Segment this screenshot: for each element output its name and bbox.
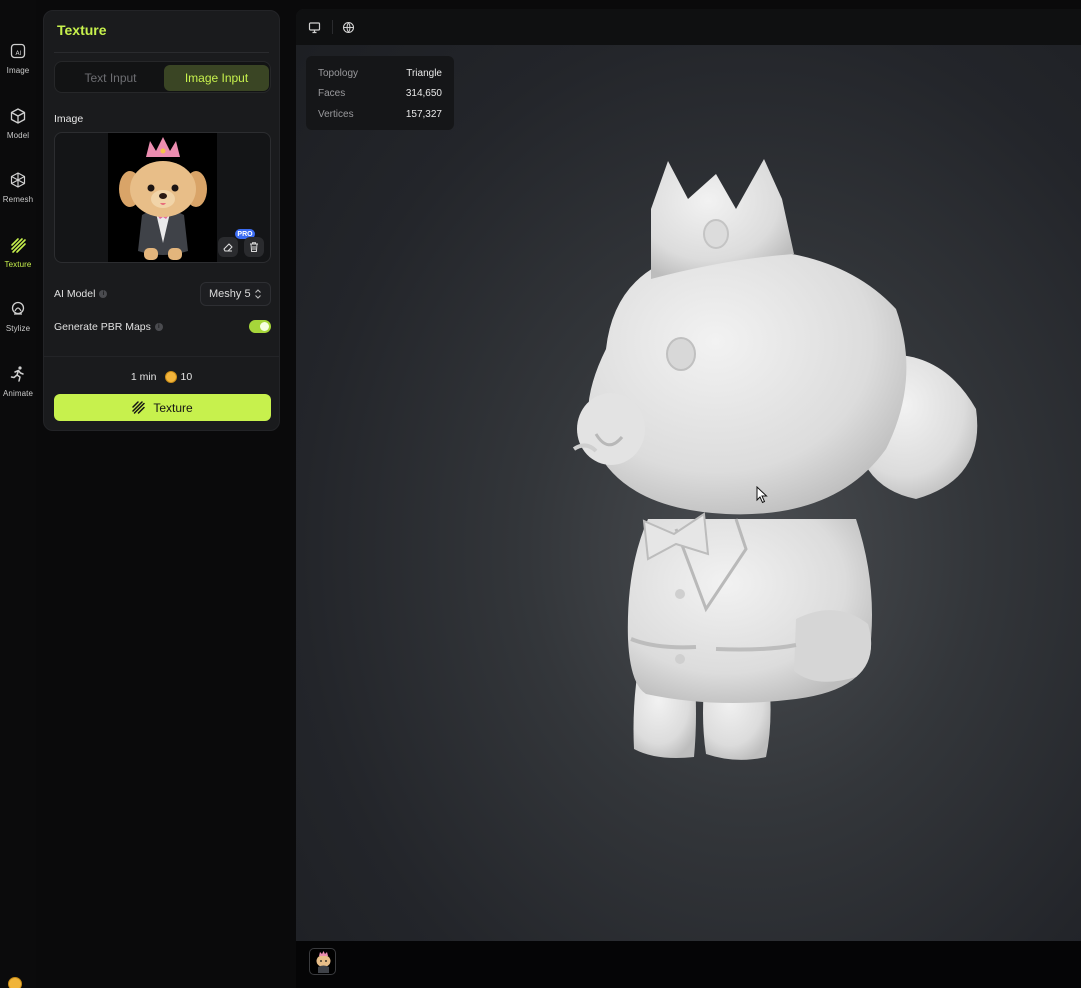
image-label: Image: [54, 113, 84, 125]
pbr-toggle[interactable]: [249, 320, 271, 333]
remesh-icon: [10, 172, 26, 188]
texture-hatch-icon: [11, 238, 26, 253]
globe-icon: [342, 21, 354, 33]
rail-item-model[interactable]: Model: [0, 105, 36, 157]
rail-item-remesh[interactable]: Remesh: [0, 169, 36, 221]
environment-button[interactable]: [339, 18, 357, 36]
tab-image-input[interactable]: Image Input: [164, 65, 269, 91]
viewport-toolbar: [296, 9, 1081, 45]
tab-text-input[interactable]: Text Input: [58, 65, 163, 91]
divider: [44, 356, 279, 357]
rail-item-label: Stylize: [5, 324, 31, 333]
pbr-label: Generate PBR Maps: [54, 321, 151, 333]
panel-title: Texture: [57, 22, 107, 38]
texture-hatch-icon: [132, 401, 146, 414]
tool-rail: AI Image Model Remesh Texture Stylize An…: [0, 0, 36, 988]
stat-value: Triangle: [406, 67, 442, 79]
divider: [332, 20, 333, 34]
image-ai-icon: AI: [10, 43, 26, 59]
stat-row: Topology Triangle: [318, 63, 442, 84]
ai-model-row: AI Model i: [54, 288, 108, 300]
credit-cost: 10: [180, 371, 193, 383]
rail-item-animate[interactable]: Animate: [0, 363, 36, 415]
display-mode-button[interactable]: [305, 18, 323, 36]
rail-item-label: Animate: [2, 389, 34, 398]
delete-image-button[interactable]: [244, 237, 264, 257]
texture-button[interactable]: Texture: [54, 394, 271, 421]
texture-button-label: Texture: [153, 400, 193, 415]
stat-value: 314,650: [405, 88, 442, 100]
chevron-updown-icon: [255, 289, 261, 299]
coin-icon: [164, 371, 177, 383]
stat-key: Vertices: [318, 108, 354, 120]
stat-row: Vertices 157,327: [318, 104, 442, 125]
model-history-strip: [296, 941, 1081, 988]
info-icon[interactable]: i: [99, 290, 108, 298]
rail-item-texture[interactable]: Texture: [0, 234, 36, 286]
reference-image: [108, 133, 217, 262]
texture-panel: Texture Text Input Image Input Image PRO…: [43, 10, 280, 431]
info-icon[interactable]: i: [154, 323, 163, 331]
pbr-row: Generate PBR Maps i: [54, 321, 163, 333]
mouse-cursor-icon: [756, 486, 768, 504]
rail-item-label: Texture: [4, 260, 32, 269]
divider: [54, 52, 269, 53]
mesh-stats-panel: Topology Triangle Faces 314,650 Vertices…: [306, 56, 454, 130]
monitor-icon: [308, 21, 320, 33]
ai-model-select[interactable]: Meshy 5: [200, 282, 271, 306]
model-thumbnail[interactable]: [309, 948, 336, 975]
stat-value: 157,327: [405, 108, 442, 120]
time-estimate: 1 min: [130, 371, 157, 383]
3d-model-render: [572, 159, 978, 760]
generation-meta: 1 min 10: [44, 371, 279, 383]
trash-icon: [250, 242, 258, 252]
input-mode-toggle: Text Input Image Input: [54, 61, 271, 93]
rail-item-label: Image: [6, 66, 30, 75]
image-upload-area[interactable]: PRO: [54, 132, 271, 263]
rail-item-label: Remesh: [2, 195, 34, 204]
stat-key: Topology: [318, 67, 359, 79]
3d-viewport[interactable]: Topology Triangle Faces 314,650 Vertices…: [296, 9, 1081, 941]
credits-coin-icon[interactable]: [8, 977, 22, 988]
rail-item-label: Model: [6, 131, 30, 140]
stat-row: Faces 314,650: [318, 84, 442, 105]
rail-item-stylize[interactable]: Stylize: [0, 298, 36, 350]
svg-text:AI: AI: [16, 50, 22, 57]
rail-item-image[interactable]: AI Image: [0, 40, 36, 92]
ai-model-value: Meshy 5: [209, 288, 251, 300]
cube-icon: [10, 108, 26, 124]
eraser-icon: [223, 243, 233, 252]
ai-model-label: AI Model: [54, 288, 96, 300]
toggle-knob: [260, 322, 269, 331]
stylize-icon: [11, 301, 25, 315]
erase-button[interactable]: [218, 237, 238, 257]
stat-key: Faces: [318, 88, 346, 100]
running-figure-icon: [10, 366, 24, 382]
